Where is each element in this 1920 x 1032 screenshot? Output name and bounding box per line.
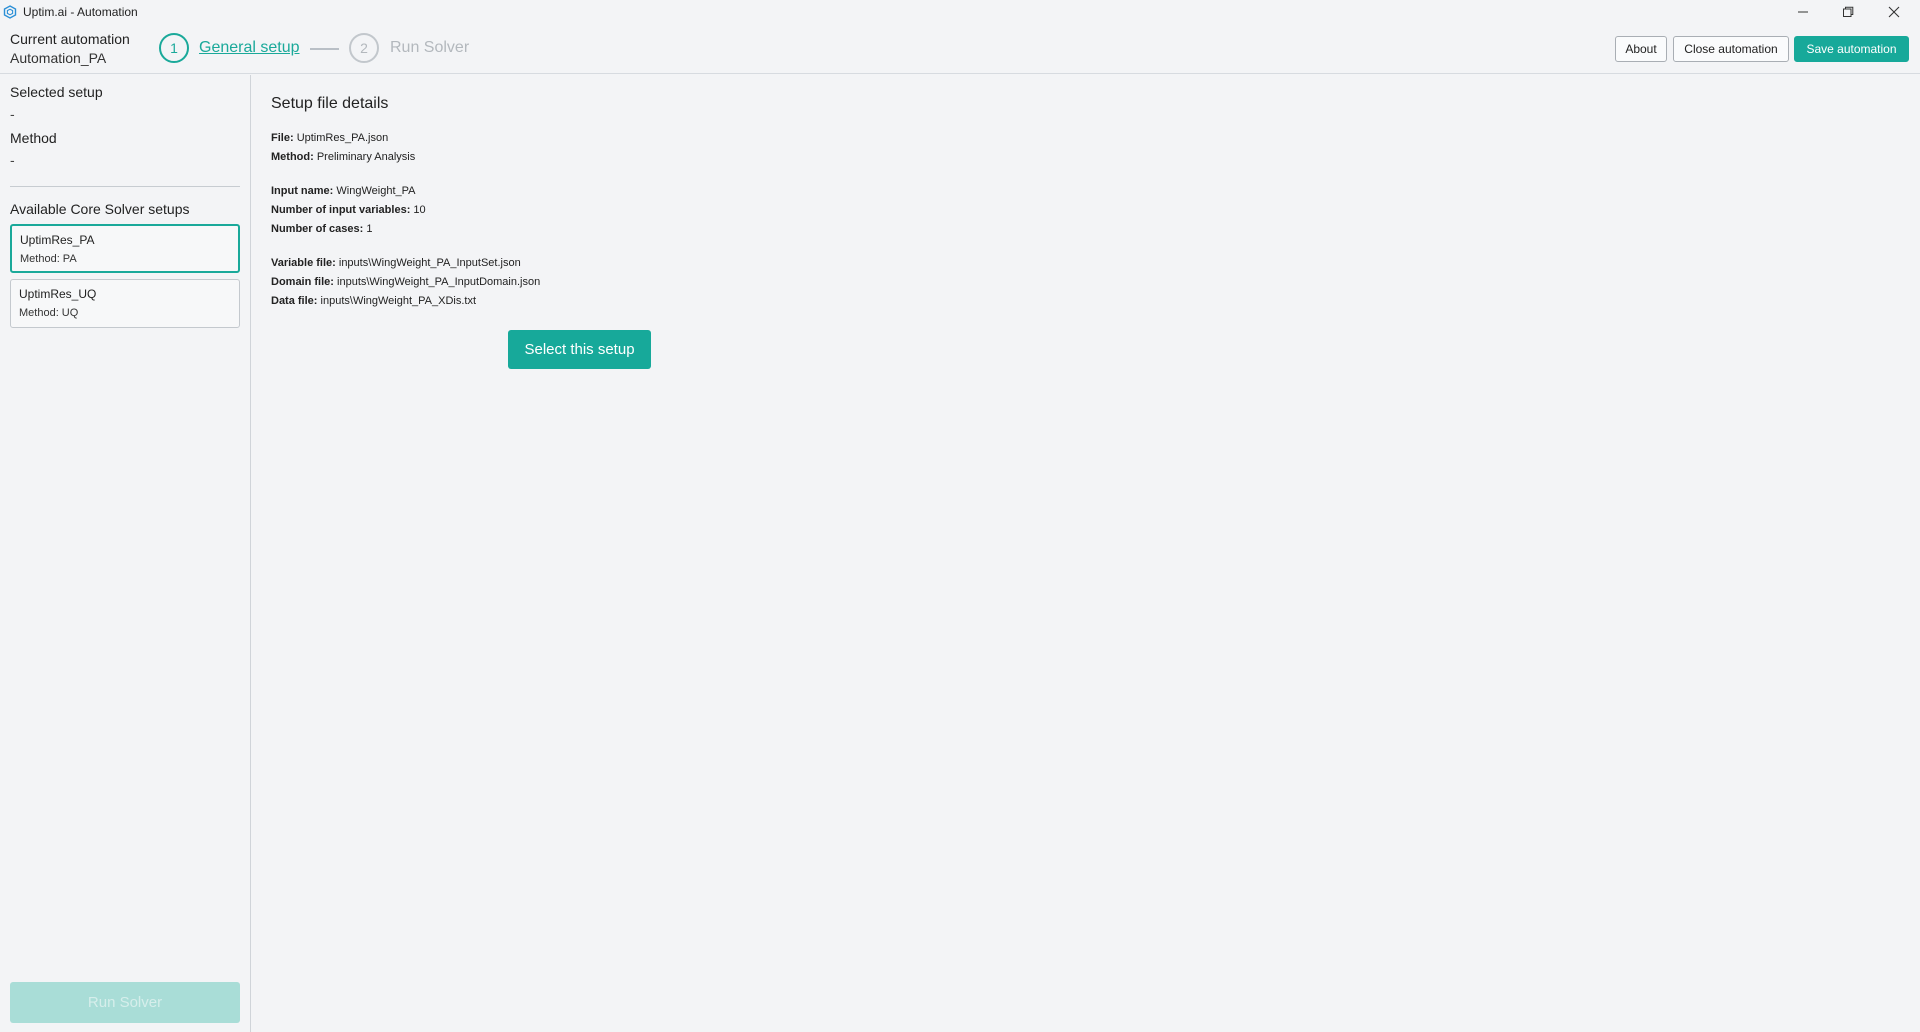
detail-method-label: Method: xyxy=(271,151,314,163)
current-automation-label: Current automation xyxy=(10,31,130,47)
restore-icon[interactable] xyxy=(1825,0,1871,24)
selected-setup-value: - xyxy=(10,106,15,122)
detail-domain-file-value: inputs\WingWeight_PA_InputDomain.json xyxy=(337,276,541,288)
run-solver-button[interactable]: Run Solver xyxy=(10,982,240,1023)
current-automation-name: Automation_PA xyxy=(10,50,107,66)
detail-num-vars-label: Number of input variables: xyxy=(271,204,411,216)
sidebar: Selected setup - Method - Available Core… xyxy=(0,75,251,1032)
detail-num-vars: Number of input variables: 10 xyxy=(271,204,426,216)
sidebar-divider xyxy=(10,186,240,187)
detail-num-vars-value: 10 xyxy=(413,204,426,216)
detail-domain-file: Domain file: inputs\WingWeight_PA_InputD… xyxy=(271,276,540,288)
selected-setup-label: Selected setup xyxy=(10,84,103,100)
method-label: Method xyxy=(10,130,57,146)
detail-file: File: UptimRes_PA.json xyxy=(271,132,388,144)
step-connector xyxy=(310,48,339,50)
close-automation-button[interactable]: Close automation xyxy=(1673,36,1789,62)
setup-card-title: UptimRes_PA xyxy=(20,233,95,247)
detail-data-file-value: inputs\WingWeight_PA_XDis.txt xyxy=(320,295,477,307)
close-icon[interactable] xyxy=(1871,0,1917,24)
detail-input-name-value: WingWeight_PA xyxy=(336,185,416,197)
window-title: Uptim.ai - Automation xyxy=(23,5,138,19)
detail-file-label: File: xyxy=(271,132,294,144)
minimize-icon[interactable] xyxy=(1780,0,1826,24)
setup-card-uptimres-uq[interactable]: UptimRes_UQ Method: UQ xyxy=(10,279,240,328)
detail-file-value: UptimRes_PA.json xyxy=(296,132,389,144)
detail-domain-file-label: Domain file: xyxy=(271,276,334,288)
detail-num-cases-value: 1 xyxy=(366,223,373,235)
detail-data-file-label: Data file: xyxy=(271,295,318,307)
detail-method: Method: Preliminary Analysis xyxy=(271,151,415,163)
detail-input-name: Input name: WingWeight_PA xyxy=(271,185,415,197)
step-2-indicator: 2 xyxy=(349,33,379,63)
detail-num-cases: Number of cases: 1 xyxy=(271,223,373,235)
setup-card-method: Method: PA xyxy=(20,253,77,265)
step-run-solver-label: Run Solver xyxy=(390,39,470,56)
setup-details-title: Setup file details xyxy=(271,95,389,112)
setup-card-uptimres-pa[interactable]: UptimRes_PA Method: PA xyxy=(10,224,240,273)
method-value: - xyxy=(10,152,15,168)
detail-variable-file: Variable file: inputs\WingWeight_PA_Inpu… xyxy=(271,257,521,269)
select-this-setup-button[interactable]: Select this setup xyxy=(508,330,651,369)
step-general-setup-link[interactable]: General setup xyxy=(199,39,300,57)
available-setups-label: Available Core Solver setups xyxy=(10,201,190,217)
about-button[interactable]: About xyxy=(1615,36,1667,62)
app-header: Current automation Automation_PA 1 Gener… xyxy=(0,24,1920,74)
detail-input-name-label: Input name: xyxy=(271,185,334,197)
detail-variable-file-value: inputs\WingWeight_PA_InputSet.json xyxy=(338,257,521,269)
main-panel: Setup file details File: UptimRes_PA.jso… xyxy=(252,75,1920,1032)
detail-method-value: Preliminary Analysis xyxy=(316,151,416,163)
setup-card-title: UptimRes_UQ xyxy=(19,287,97,301)
hexagon-logo-icon xyxy=(3,5,17,19)
save-automation-button[interactable]: Save automation xyxy=(1794,36,1909,62)
detail-num-cases-label: Number of cases: xyxy=(271,223,364,235)
detail-data-file: Data file: inputs\WingWeight_PA_XDis.txt xyxy=(271,295,476,307)
detail-variable-file-label: Variable file: xyxy=(271,257,336,269)
setup-card-method: Method: UQ xyxy=(19,307,79,319)
step-1-indicator[interactable]: 1 xyxy=(159,33,189,63)
window-titlebar: Uptim.ai - Automation xyxy=(0,0,1920,24)
